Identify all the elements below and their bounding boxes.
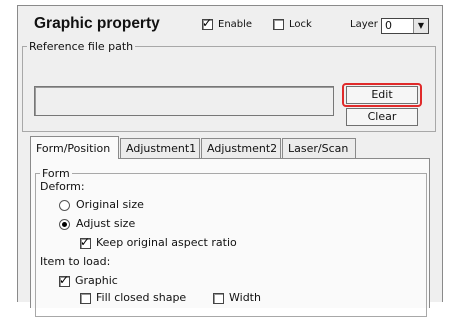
reference-path-field[interactable] — [34, 86, 334, 116]
layer-value: 0 — [385, 19, 392, 32]
keep-aspect-ratio-label: Keep original aspect ratio — [96, 236, 237, 249]
clear-button[interactable]: Clear — [346, 108, 418, 126]
chevron-down-icon[interactable]: ▼ — [413, 19, 428, 33]
tab-adjustment2[interactable]: Adjustment2 — [201, 138, 281, 158]
form-legend: Form — [42, 167, 70, 180]
fill-closed-shape-label: Fill closed shape — [96, 291, 187, 304]
graphic-label: Graphic — [75, 274, 118, 287]
lock-label: Lock — [289, 19, 312, 30]
tab-adjustment1[interactable]: Adjustment1 — [120, 138, 200, 158]
layer-label: Layer — [350, 19, 378, 30]
tab-form-position[interactable]: Form/Position — [30, 136, 119, 159]
edit-button[interactable]: Edit — [346, 86, 418, 104]
layer-select[interactable]: 0 ▼ — [381, 18, 429, 34]
reference-file-path-legend: Reference file path — [29, 40, 134, 53]
enable-label: Enable — [218, 19, 253, 30]
graphic-checkbox[interactable] — [59, 273, 70, 287]
original-size-radio[interactable] — [59, 200, 70, 211]
adjust-size-label: Adjust size — [76, 217, 136, 230]
deform-label: Deform: — [40, 180, 85, 193]
width-label: Width — [229, 291, 261, 304]
tab-laser-scan[interactable]: Laser/Scan — [282, 138, 356, 158]
enable-checkbox[interactable] — [202, 16, 213, 30]
original-size-label: Original size — [76, 198, 144, 211]
lock-checkbox[interactable] — [273, 19, 284, 30]
item-to-load-label: Item to load: — [40, 255, 111, 268]
keep-aspect-ratio-checkbox[interactable] — [80, 235, 91, 249]
adjust-size-radio[interactable] — [59, 219, 70, 230]
width-checkbox[interactable] — [213, 293, 224, 304]
tab-content-form-position: Form Deform: Original size Adjust size K… — [30, 158, 430, 317]
graphic-property-panel: Graphic property Enable Lock Layer 0 ▼ R… — [17, 5, 443, 317]
panel-title: Graphic property — [34, 15, 160, 32]
fill-closed-shape-checkbox[interactable] — [80, 293, 91, 304]
title-bar: Graphic property Enable Lock Layer 0 ▼ — [18, 6, 442, 42]
